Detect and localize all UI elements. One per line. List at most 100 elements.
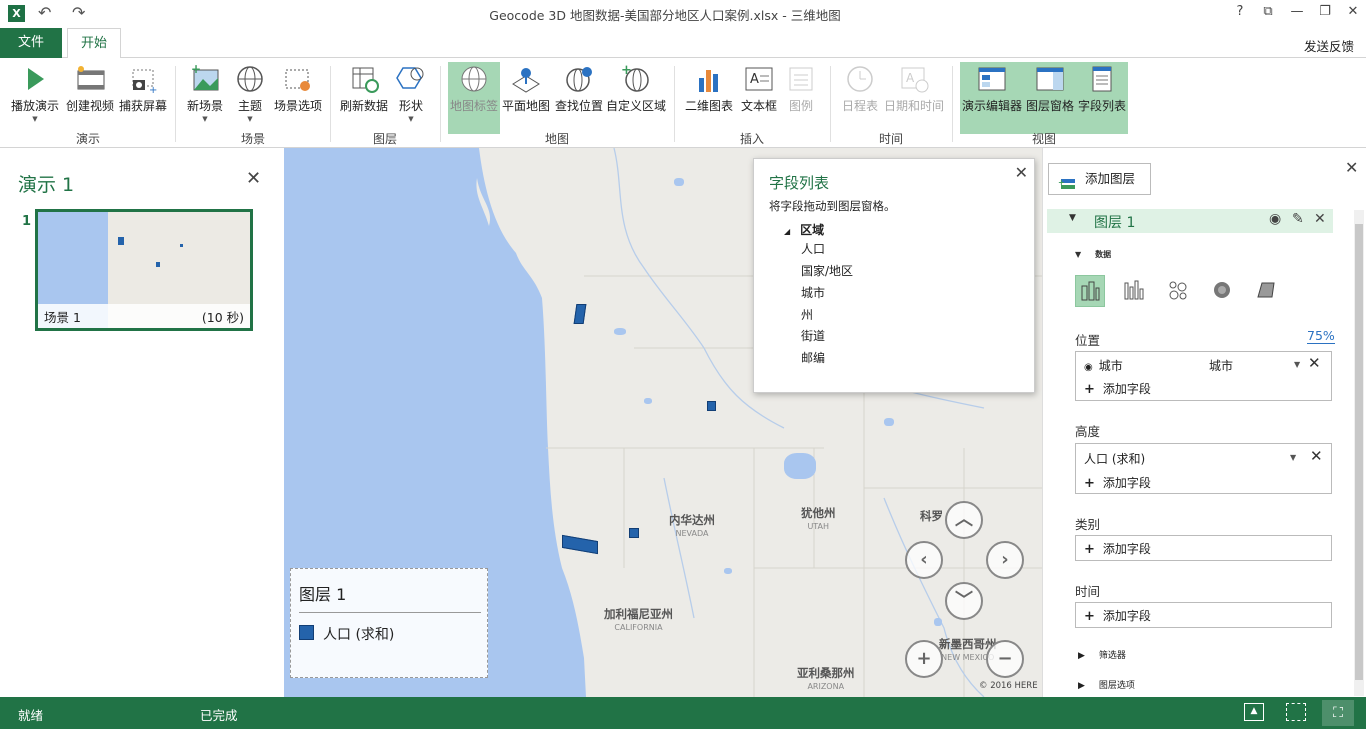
field-list-button[interactable]: 字段列表 (1076, 62, 1128, 134)
map-legend[interactable]: 图层 1 人口 (求和) (290, 568, 488, 678)
data-section-header[interactable]: ▼ 数据 (1075, 245, 1125, 260)
legend-title: 图层 1 (299, 585, 347, 604)
remove-field-icon[interactable]: ✕ (1310, 447, 1323, 465)
play-tour-button[interactable]: 播放演示 ▼ (8, 62, 62, 134)
field-item-city[interactable]: 城市 (801, 284, 825, 301)
dropdown-arrow-icon[interactable]: ▼ (1290, 453, 1296, 462)
rotate-right-button[interactable]: › (986, 541, 1024, 579)
custom-regions-button[interactable]: + 自定义区域 (606, 62, 666, 134)
field-item-population[interactable]: 人口 (801, 240, 825, 257)
eye-icon[interactable]: ◉ (1269, 211, 1281, 227)
close-button[interactable]: ✕ (1341, 4, 1365, 19)
play-icon (19, 64, 51, 94)
field-item-zip[interactable]: 邮编 (801, 349, 825, 366)
group-divider (674, 66, 675, 142)
height-add-field[interactable]: + 添加字段 (1084, 474, 1151, 491)
stacked-column-icon[interactable] (1075, 275, 1105, 307)
position-field-row[interactable]: ◉ 城市 (1084, 357, 1123, 374)
field-item-state[interactable]: 州 (801, 306, 813, 323)
delete-layer-icon[interactable]: ✕ (1314, 211, 1326, 227)
new-scene-button[interactable]: + 新场景 ▼ (182, 62, 228, 134)
layer-options-section[interactable]: ▶ 图层选项 (1078, 676, 1149, 691)
filters-section[interactable]: ▶ 筛选器 (1078, 646, 1140, 661)
globe-icon (234, 64, 266, 94)
find-location-button[interactable]: 查找位置 (553, 62, 605, 134)
layer-header[interactable]: ▼ 图层 1 ◉ ✎ ✕ (1047, 209, 1333, 233)
region-icon[interactable] (1251, 275, 1281, 307)
group-divider (175, 66, 176, 142)
tab-home[interactable]: 开始 (67, 28, 121, 59)
collapse-icon[interactable]: ▼ (1069, 213, 1076, 223)
refresh-data-button[interactable]: 刷新数据 (337, 62, 391, 134)
fit-to-screen-icon[interactable]: ⛶ (1322, 700, 1354, 726)
zoom-out-button[interactable]: − (986, 640, 1024, 678)
remove-field-icon[interactable]: ✕ (1308, 354, 1321, 372)
svg-text:A: A (906, 71, 915, 85)
legend-button[interactable]: 图例 (782, 62, 820, 134)
layer-pane-button[interactable]: 图层窗格 (1024, 62, 1076, 134)
time-add-field[interactable]: + 添加字段 (1084, 607, 1151, 624)
create-video-button[interactable]: 创建视频 (64, 62, 116, 134)
tour-editor-button[interactable]: 演示编辑器 (960, 62, 1024, 134)
zoom-in-button[interactable]: + (905, 640, 943, 678)
dropdown-arrow-icon[interactable]: ▼ (1294, 360, 1300, 369)
ribbon-tab-row: 文件 开始 发送反馈 (0, 28, 1366, 59)
scrollbar-thumb[interactable] (1355, 224, 1363, 680)
maximize-button[interactable]: ❐ (1313, 4, 1337, 19)
field-list-close-icon[interactable]: ✕ (1015, 163, 1028, 182)
tilt-up-button[interactable]: ︿ (945, 501, 983, 539)
position-field-type[interactable]: 城市 (1209, 357, 1233, 374)
expand-icon: ▶ (1078, 651, 1085, 661)
timeline-button[interactable]: 日程表 (838, 62, 882, 134)
restore-ribbon-button[interactable]: ⧉ (1256, 4, 1280, 19)
scene-options-button[interactable]: 场景选项 (272, 62, 324, 134)
expand-icon: ▶ (1078, 681, 1085, 691)
field-group-region[interactable]: ◢ 区域 (784, 221, 824, 238)
position-percent[interactable]: 75% (1307, 328, 1335, 344)
map-labels-button[interactable]: 地图标签 (448, 62, 500, 134)
data-bar[interactable] (707, 401, 716, 411)
data-bar[interactable] (629, 528, 639, 538)
flat-map-button[interactable]: 平面地图 (501, 62, 551, 134)
group-label-insert: 插入 (739, 132, 764, 146)
heat-map-icon[interactable] (1207, 275, 1237, 307)
shapes-button[interactable]: 形状 ▼ (393, 62, 429, 134)
clustered-column-icon[interactable] (1119, 275, 1149, 307)
lake (724, 568, 732, 574)
send-feedback-button[interactable]: 发送反馈 (1304, 36, 1354, 55)
field-item-country[interactable]: 国家/地区 (801, 262, 853, 279)
tab-file[interactable]: 文件 (0, 28, 62, 58)
map-view-icon[interactable]: ▲ (1244, 703, 1264, 721)
category-add-field[interactable]: + 添加字段 (1084, 540, 1151, 557)
layer-pane-scrollbar[interactable] (1354, 210, 1364, 696)
scene-thumbnail[interactable]: 场景 1 (10 秒) (35, 209, 253, 331)
text-box-button[interactable]: A 文本框 (738, 62, 780, 134)
add-layer-button[interactable]: + 添加图层 (1048, 163, 1151, 195)
map-labels-icon (458, 64, 490, 94)
tilt-down-button[interactable]: ﹀ (945, 582, 983, 620)
rotate-left-button[interactable]: ‹ (905, 541, 943, 579)
legend-item-label: 人口 (求和) (323, 627, 395, 643)
height-label: 高度 (1075, 424, 1101, 439)
layer-name[interactable]: 图层 1 (1094, 212, 1135, 232)
2d-chart-button[interactable]: 二维图表 (682, 62, 736, 134)
flat-map-icon (510, 64, 542, 94)
lake (614, 328, 626, 335)
group-divider (330, 66, 331, 142)
height-field[interactable]: 人口 (求和) (1084, 450, 1145, 467)
layer-pane-close-icon[interactable]: ✕ (1345, 158, 1358, 177)
help-button[interactable]: ? (1228, 4, 1252, 19)
tour-close-icon[interactable]: ✕ (246, 168, 261, 189)
status-bar: 就绪 已完成 ▲ ⛶ (0, 697, 1366, 729)
minimize-button[interactable]: — (1285, 4, 1309, 19)
field-item-street[interactable]: 街道 (801, 327, 825, 344)
capture-screen-button[interactable]: + 捕获屏幕 (117, 62, 169, 134)
bubble-icon[interactable] (1163, 275, 1193, 307)
lake (784, 453, 816, 479)
pencil-icon[interactable]: ✎ (1292, 211, 1304, 227)
date-time-button[interactable]: A 日期和时间 (884, 62, 944, 134)
select-region-icon[interactable] (1286, 703, 1306, 721)
scene-duration: (10 秒) (201, 310, 244, 325)
position-add-field[interactable]: + 添加字段 (1084, 380, 1151, 397)
theme-button[interactable]: 主题 ▼ (230, 62, 270, 134)
